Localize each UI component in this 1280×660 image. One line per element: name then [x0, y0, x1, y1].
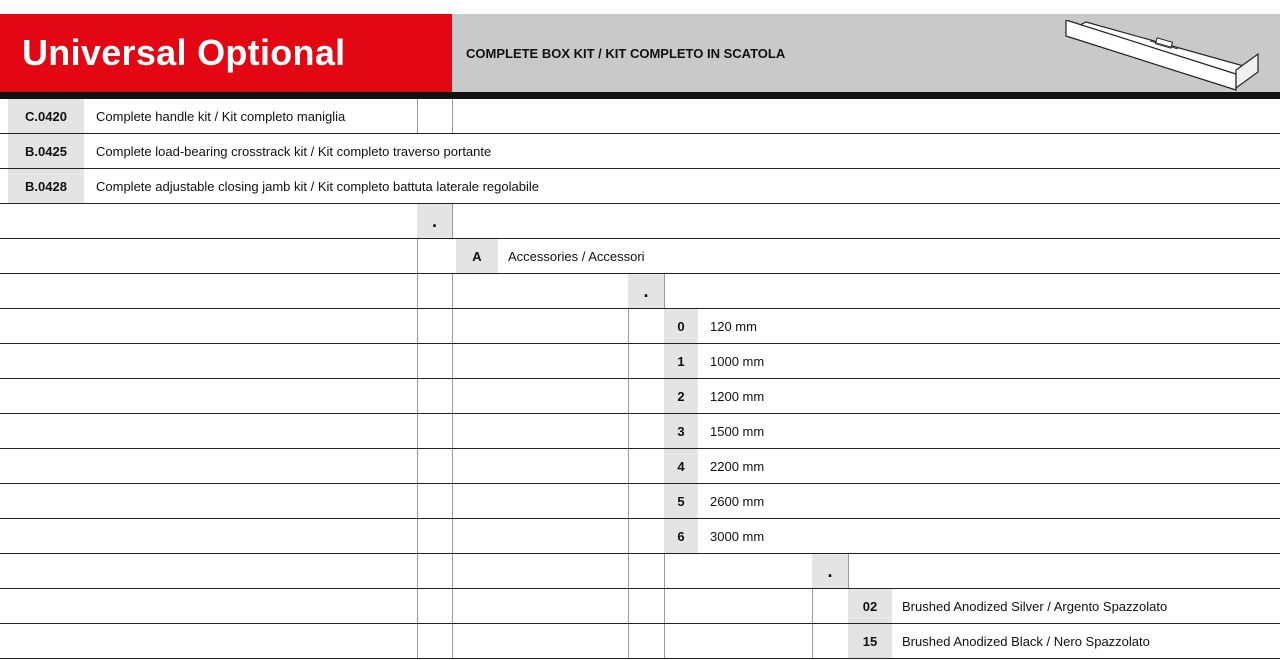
column-divider — [628, 449, 629, 483]
finish-description: Brushed Anodized Silver / Argento Spazzo… — [902, 598, 1168, 614]
column-divider — [417, 344, 418, 378]
column-divider — [417, 449, 418, 483]
header-title-block: Universal Optional — [0, 14, 452, 92]
column-divider — [452, 99, 453, 133]
table-row-kit-2: B.0425 Complete load-bearing crosstrack … — [0, 134, 1280, 169]
column-divider — [417, 414, 418, 448]
finish-description: Brushed Anodized Black / Nero Spazzolato — [902, 633, 1150, 649]
header-divider — [0, 92, 1280, 99]
column-divider — [417, 99, 418, 133]
column-divider — [452, 589, 453, 623]
column-divider — [628, 379, 629, 413]
column-divider — [452, 309, 453, 343]
column-divider — [628, 589, 629, 623]
kit-description: Complete adjustable closing jamb kit / K… — [96, 178, 539, 194]
column-divider — [417, 379, 418, 413]
column-divider — [417, 309, 418, 343]
column-divider — [417, 554, 418, 588]
length-code: 4 — [664, 449, 698, 483]
table-row-kit-3: B.0428 Complete adjustable closing jamb … — [0, 169, 1280, 204]
column-divider — [452, 204, 453, 238]
column-divider — [417, 484, 418, 518]
column-divider — [452, 379, 453, 413]
column-divider — [664, 589, 665, 623]
column-divider — [812, 589, 813, 623]
column-divider — [452, 274, 453, 308]
length-description: 2200 mm — [710, 458, 765, 474]
column-divider — [664, 624, 665, 658]
column-divider — [452, 344, 453, 378]
table-row-separator: . — [0, 204, 1280, 239]
kit-code: C.0420 — [8, 99, 84, 133]
column-divider — [452, 519, 453, 553]
column-divider — [452, 554, 453, 588]
column-divider — [452, 484, 453, 518]
kit-description: Complete handle kit / Kit completo manig… — [96, 108, 346, 124]
length-description: 1000 mm — [710, 353, 765, 369]
table-row-kit-1: C.0420 Complete handle kit / Kit complet… — [0, 99, 1280, 134]
column-divider — [417, 519, 418, 553]
table-row-length: 3 1500 mm — [0, 414, 1280, 449]
length-code: 2 — [664, 379, 698, 413]
table-row-length: 1 1000 mm — [0, 344, 1280, 379]
column-divider — [628, 624, 629, 658]
length-code: 3 — [664, 414, 698, 448]
table-row-accessory: A Accessories / Accessori — [0, 239, 1280, 274]
table-row-length: 4 2200 mm — [0, 449, 1280, 484]
column-divider — [452, 414, 453, 448]
column-divider — [417, 239, 418, 273]
column-divider — [452, 449, 453, 483]
table-row-length: 6 3000 mm — [0, 519, 1280, 554]
table-row-length: 0 120 mm — [0, 309, 1280, 344]
separator-dot: . — [812, 554, 848, 588]
length-code: 1 — [664, 344, 698, 378]
separator-dot: . — [628, 274, 664, 308]
table-row-finish: 15 Brushed Anodized Black / Nero Spazzol… — [0, 624, 1280, 659]
table-row-length: 2 1200 mm — [0, 379, 1280, 414]
column-divider — [628, 309, 629, 343]
kit-description: Complete load-bearing crosstrack kit / K… — [96, 143, 492, 159]
column-divider — [628, 519, 629, 553]
column-divider — [812, 624, 813, 658]
length-code: 0 — [664, 309, 698, 343]
length-description: 3000 mm — [710, 528, 765, 544]
column-divider — [628, 344, 629, 378]
accessory-code: A — [456, 239, 498, 273]
finish-code: 15 — [848, 624, 892, 658]
table-row-length: 5 2600 mm — [0, 484, 1280, 519]
kit-code: B.0425 — [8, 134, 84, 168]
table-row-separator: . — [0, 274, 1280, 309]
column-divider — [848, 554, 849, 588]
header-subtitle-block: COMPLETE BOX KIT / KIT COMPLETO IN SCATO… — [452, 14, 1280, 92]
column-divider — [628, 554, 629, 588]
column-divider — [628, 414, 629, 448]
table-row-finish: 02 Brushed Anodized Silver / Argento Spa… — [0, 589, 1280, 624]
table-row-separator: . — [0, 554, 1280, 589]
length-code: 6 — [664, 519, 698, 553]
page-title: Universal Optional — [22, 32, 346, 73]
accessory-description: Accessories / Accessori — [508, 248, 645, 264]
column-divider — [417, 624, 418, 658]
box-kit-profile-icon — [1064, 20, 1260, 91]
separator-dot: . — [417, 204, 452, 238]
column-divider — [664, 554, 665, 588]
length-description: 1500 mm — [710, 423, 765, 439]
column-divider — [452, 624, 453, 658]
length-code: 5 — [664, 484, 698, 518]
finish-code: 02 — [848, 589, 892, 623]
column-divider — [417, 274, 418, 308]
length-description: 2600 mm — [710, 493, 765, 509]
kit-code: B.0428 — [8, 169, 84, 203]
page-subtitle: COMPLETE BOX KIT / KIT COMPLETO IN SCATO… — [466, 46, 786, 61]
column-divider — [417, 589, 418, 623]
column-divider — [628, 484, 629, 518]
column-divider — [664, 274, 665, 308]
length-description: 120 mm — [710, 318, 757, 334]
length-description: 1200 mm — [710, 388, 765, 404]
